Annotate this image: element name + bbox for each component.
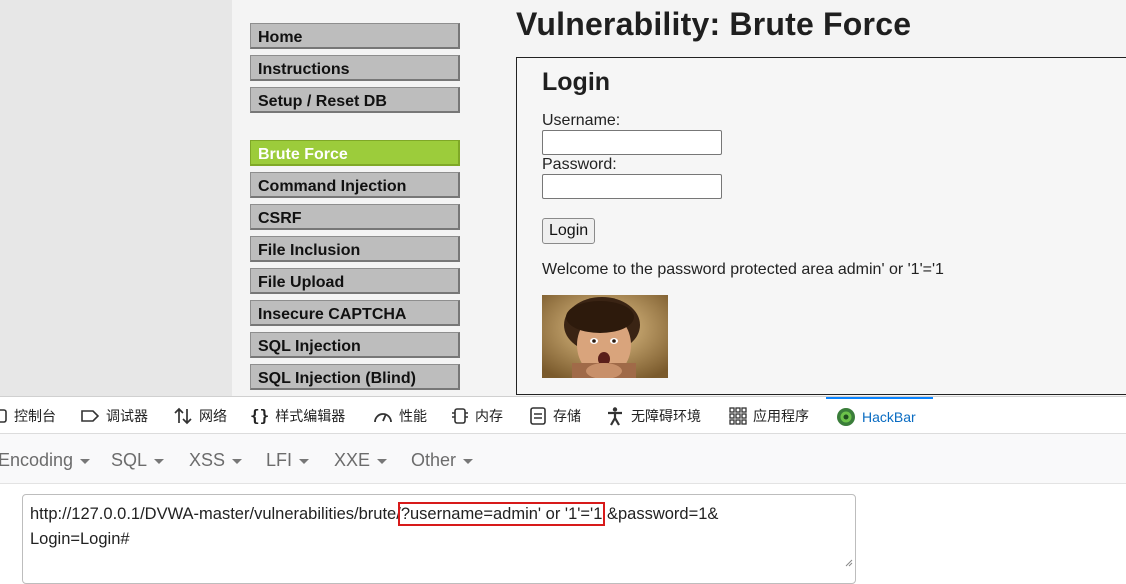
login-button[interactable]: Login [542, 218, 596, 244]
chevron-down-icon [299, 459, 310, 464]
xss-menu[interactable]: XSS [189, 450, 243, 471]
left-gutter [0, 0, 232, 396]
accessibility-icon [605, 406, 625, 426]
user-avatar-image [542, 295, 668, 378]
menu-item-instructions[interactable]: Instructions [250, 55, 460, 81]
menu-item-file-inclusion[interactable]: File Inclusion [250, 236, 460, 262]
tab-storage-label: 存储 [553, 407, 581, 424]
tab-accessibility[interactable]: 无障碍环境 [605, 397, 701, 434]
storage-icon [529, 406, 547, 425]
tab-memory-label: 内存 [475, 407, 503, 424]
tab-style-editor-label: 样式编辑器 [275, 407, 346, 424]
xss-menu-label: XSS [189, 450, 226, 470]
tab-network[interactable]: 网络 [173, 397, 227, 434]
encoding-menu[interactable]: Encoding [0, 450, 91, 471]
url-line-1: http://127.0.0.1/DVWA-master/vulnerabili… [30, 502, 855, 527]
dvwa-page: Home Instructions Setup / Reset DB Brute… [0, 0, 1126, 396]
url-suffix: &password=1& [606, 505, 719, 523]
menu-item-command-injection[interactable]: Command Injection [250, 172, 460, 198]
xxe-menu-label: XXE [334, 450, 371, 470]
username-input[interactable] [542, 130, 722, 155]
tab-hackbar-label: HackBar [862, 408, 916, 425]
url-prefix: http://127.0.0.1/DVWA-master/vulnerabili… [30, 505, 401, 523]
lfi-menu-label: LFI [266, 450, 293, 470]
login-box: Login Username: Password: Login Welcome … [516, 57, 1126, 395]
password-input[interactable] [542, 174, 722, 199]
encoding-menu-label: Encoding [0, 450, 74, 470]
username-label: Username: [542, 112, 621, 129]
debugger-icon [80, 408, 100, 424]
tab-debugger[interactable]: 调试器 [80, 397, 148, 434]
tab-performance[interactable]: 性能 [373, 397, 427, 434]
lfi-menu[interactable]: LFI [266, 450, 310, 471]
menu-item-sql-injection-blind[interactable]: SQL Injection (Blind) [250, 364, 460, 390]
tab-memory[interactable]: 内存 [451, 397, 503, 434]
tab-storage[interactable]: 存储 [529, 397, 581, 434]
tab-console[interactable]: 控制台 [0, 397, 56, 434]
braces-icon: {} [250, 406, 270, 425]
tab-debugger-label: 调试器 [106, 407, 148, 424]
hackbar-logo-icon [836, 407, 856, 427]
menu-item-brute-force[interactable]: Brute Force [250, 140, 460, 166]
chevron-down-icon [154, 459, 165, 464]
console-icon [0, 408, 8, 424]
xxe-menu[interactable]: XXE [334, 450, 388, 471]
chevron-down-icon [377, 459, 388, 464]
sql-menu-label: SQL [111, 450, 148, 470]
other-menu-label: Other [411, 450, 457, 470]
gauge-icon [373, 408, 393, 424]
menu-item-insecure-captcha[interactable]: Insecure CAPTCHA [250, 300, 460, 326]
menu-item-file-upload[interactable]: File Upload [250, 268, 460, 294]
menu-item-sql-injection[interactable]: SQL Injection [250, 332, 460, 358]
url-textarea[interactable]: http://127.0.0.1/DVWA-master/vulnerabili… [22, 494, 856, 584]
url-injected-payload: ?username=admin' or '1'='1 [397, 502, 606, 526]
tab-accessibility-label: 无障碍环境 [631, 407, 701, 424]
memory-icon [451, 407, 469, 425]
menu-item-home[interactable]: Home [250, 23, 460, 49]
other-menu[interactable]: Other [411, 450, 474, 471]
sql-menu[interactable]: SQL [111, 450, 165, 471]
tab-console-label: 控制台 [14, 407, 56, 424]
menu-item-csrf[interactable]: CSRF [250, 204, 460, 230]
chevron-down-icon [80, 459, 91, 464]
chevron-down-icon [463, 459, 474, 464]
tab-style-editor[interactable]: {} 样式编辑器 [250, 397, 345, 434]
tab-performance-label: 性能 [399, 407, 427, 424]
chevron-down-icon [232, 459, 243, 464]
login-heading: Login [542, 68, 611, 96]
devtools-tab-bar: 控制台 调试器 网络 {} 样式编辑器 性能 内存 存储 无障碍环境 应用程序 … [0, 396, 1126, 434]
tab-application-label: 应用程序 [753, 407, 809, 424]
hackbar-toolbar: Encoding SQL XSS LFI XXE Other [0, 434, 1126, 484]
tab-application[interactable]: 应用程序 [729, 397, 809, 434]
network-icon [173, 407, 193, 425]
menu-item-setup[interactable]: Setup / Reset DB [250, 87, 460, 113]
grid-icon [729, 406, 747, 425]
password-label: Password: [542, 156, 617, 173]
page-title: Vulnerability: Brute Force [516, 6, 912, 42]
url-line-2: Login=Login# [30, 530, 130, 548]
tab-hackbar[interactable]: HackBar [826, 397, 933, 434]
tab-network-label: 网络 [199, 407, 227, 424]
welcome-message: Welcome to the password protected area a… [542, 261, 944, 278]
